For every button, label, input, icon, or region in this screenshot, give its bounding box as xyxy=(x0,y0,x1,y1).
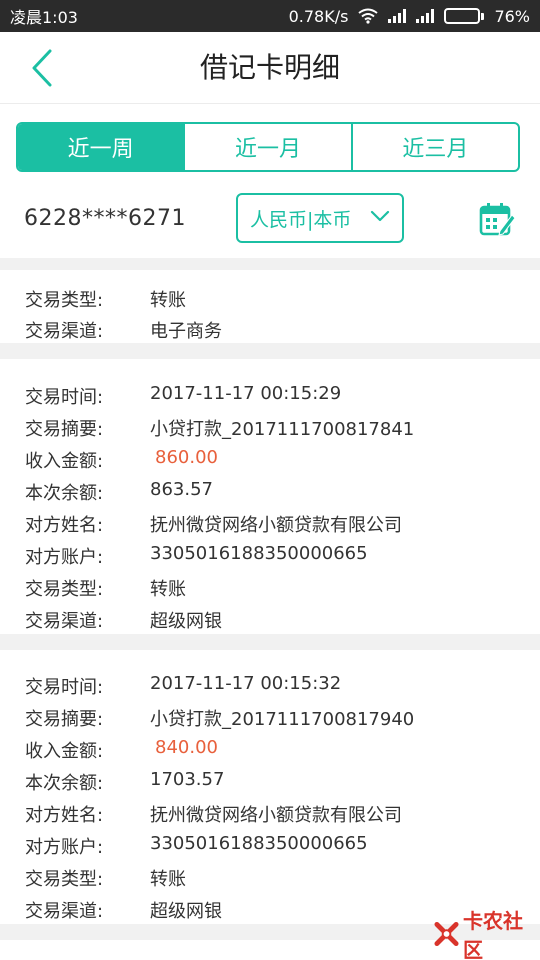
battery-percent: 76% xyxy=(494,6,530,26)
section-divider xyxy=(0,634,540,650)
field-label: 收入金额: xyxy=(25,451,104,472)
record-field: 对方账户: 3305016188350000665 xyxy=(0,539,540,571)
transaction-record[interactable]: 交易类型: 转账 交易渠道: 电子商务 xyxy=(0,270,540,343)
field-label: 交易渠道: xyxy=(25,611,104,632)
tab-week[interactable]: 近一周 xyxy=(18,124,186,170)
field-label: 对方账户: xyxy=(25,837,104,858)
record-field: 交易时间: 2017-11-17 00:15:32 xyxy=(0,669,540,701)
field-value: 小贷打款_2017111700817940 xyxy=(150,709,415,730)
record-field: 对方账户: 3305016188350000665 xyxy=(0,829,540,861)
record-field: 交易摘要: 小贷打款_2017111700817940 xyxy=(0,701,540,733)
field-label: 交易类型: xyxy=(25,290,104,311)
status-time: 凌晨1:03 xyxy=(10,8,78,27)
section-divider xyxy=(0,343,540,359)
signal-icon xyxy=(388,9,407,23)
calendar-edit-icon[interactable] xyxy=(478,200,516,238)
field-label: 交易摘要: xyxy=(25,419,104,440)
record-field: 交易渠道: 超级网银 xyxy=(0,603,540,635)
field-value: 1703.57 xyxy=(150,769,225,790)
field-label: 交易类型: xyxy=(25,869,104,890)
field-label: 交易类型: xyxy=(25,579,104,600)
watermark-text: 卡农社区 xyxy=(463,909,524,960)
field-value: 小贷打款_2017111700817841 xyxy=(150,419,415,440)
wifi-icon xyxy=(358,8,379,24)
field-label: 交易时间: xyxy=(25,677,104,698)
watermark: 卡农社区 xyxy=(434,905,540,960)
field-value: 超级网银 xyxy=(150,901,222,922)
transaction-record[interactable]: 交易时间: 2017-11-17 00:15:29 交易摘要: 小贷打款_20171… xyxy=(0,359,540,634)
record-field: 交易类型: 转账 xyxy=(0,861,540,893)
period-tabs: 近一周 近一月 近三月 xyxy=(16,122,520,172)
field-value: 转账 xyxy=(150,869,186,890)
filter-row: 6228****6271 人民币|本币 xyxy=(0,188,540,252)
nav-bar: 借记卡明细 xyxy=(0,32,540,104)
record-field: 本次余额: 863.57 xyxy=(0,475,540,507)
field-label: 对方姓名: xyxy=(25,515,104,536)
record-field: 交易时间: 2017-11-17 00:15:29 xyxy=(0,379,540,411)
income-amount: 860.00 xyxy=(155,447,218,468)
field-label: 交易摘要: xyxy=(25,709,104,730)
field-value: 2017-11-17 00:15:29 xyxy=(150,383,342,404)
field-value: 转账 xyxy=(150,579,186,600)
signal-icon xyxy=(416,9,435,23)
field-value: 3305016188350000665 xyxy=(150,543,368,564)
field-label: 本次余额: xyxy=(25,483,104,504)
field-label: 交易时间: xyxy=(25,387,104,408)
network-speed: 0.78K/s xyxy=(288,6,349,26)
field-value: 2017-11-17 00:15:32 xyxy=(150,673,342,694)
section-divider xyxy=(0,258,540,270)
field-label: 交易渠道: xyxy=(25,321,104,342)
field-value: 抚州微贷网络小额贷款有限公司 xyxy=(150,515,402,536)
tab-three-months[interactable]: 近三月 xyxy=(353,124,518,170)
card-number: 6228****6271 xyxy=(24,206,186,231)
field-label: 本次余额: xyxy=(25,773,104,794)
field-label: 对方姓名: xyxy=(25,805,104,826)
record-field: 对方姓名: 抚州微贷网络小额贷款有限公司 xyxy=(0,797,540,829)
field-label: 对方账户: xyxy=(25,547,104,568)
field-value: 863.57 xyxy=(150,479,213,500)
record-field: 交易摘要: 小贷打款_2017111700817841 xyxy=(0,411,540,443)
record-field: 交易类型: 转账 xyxy=(0,571,540,603)
transaction-record[interactable]: 交易时间: 2017-11-17 00:15:32 交易摘要: 小贷打款_20171… xyxy=(0,650,540,924)
battery-icon xyxy=(444,8,485,24)
field-value: 超级网银 xyxy=(150,611,222,632)
record-field: 对方姓名: 抚州微贷网络小额贷款有限公司 xyxy=(0,507,540,539)
status-bar: 凌晨1:03 0.78K/s 76% xyxy=(0,0,540,32)
currency-selected-value: 人民币|本币 xyxy=(250,208,352,231)
field-value: 抚州微贷网络小额贷款有限公司 xyxy=(150,805,402,826)
field-value: 电子商务 xyxy=(150,321,222,342)
chevron-down-icon xyxy=(370,210,390,222)
field-label: 收入金额: xyxy=(25,741,104,762)
record-field: 收入金额: 860.00 xyxy=(0,443,540,475)
record-field: 本次余额: 1703.57 xyxy=(0,765,540,797)
record-field: 交易类型: 转账 xyxy=(0,282,540,314)
field-value: 转账 xyxy=(150,290,186,311)
record-field: 交易渠道: 电子商务 xyxy=(0,313,540,345)
watermark-logo-icon xyxy=(434,921,459,947)
field-value: 3305016188350000665 xyxy=(150,833,368,854)
income-amount: 840.00 xyxy=(155,737,218,758)
currency-select[interactable]: 人民币|本币 xyxy=(236,193,404,243)
field-label: 交易渠道: xyxy=(25,901,104,922)
record-field: 收入金额: 840.00 xyxy=(0,733,540,765)
tab-month[interactable]: 近一月 xyxy=(185,124,353,170)
page-title: 借记卡明细 xyxy=(199,51,340,84)
